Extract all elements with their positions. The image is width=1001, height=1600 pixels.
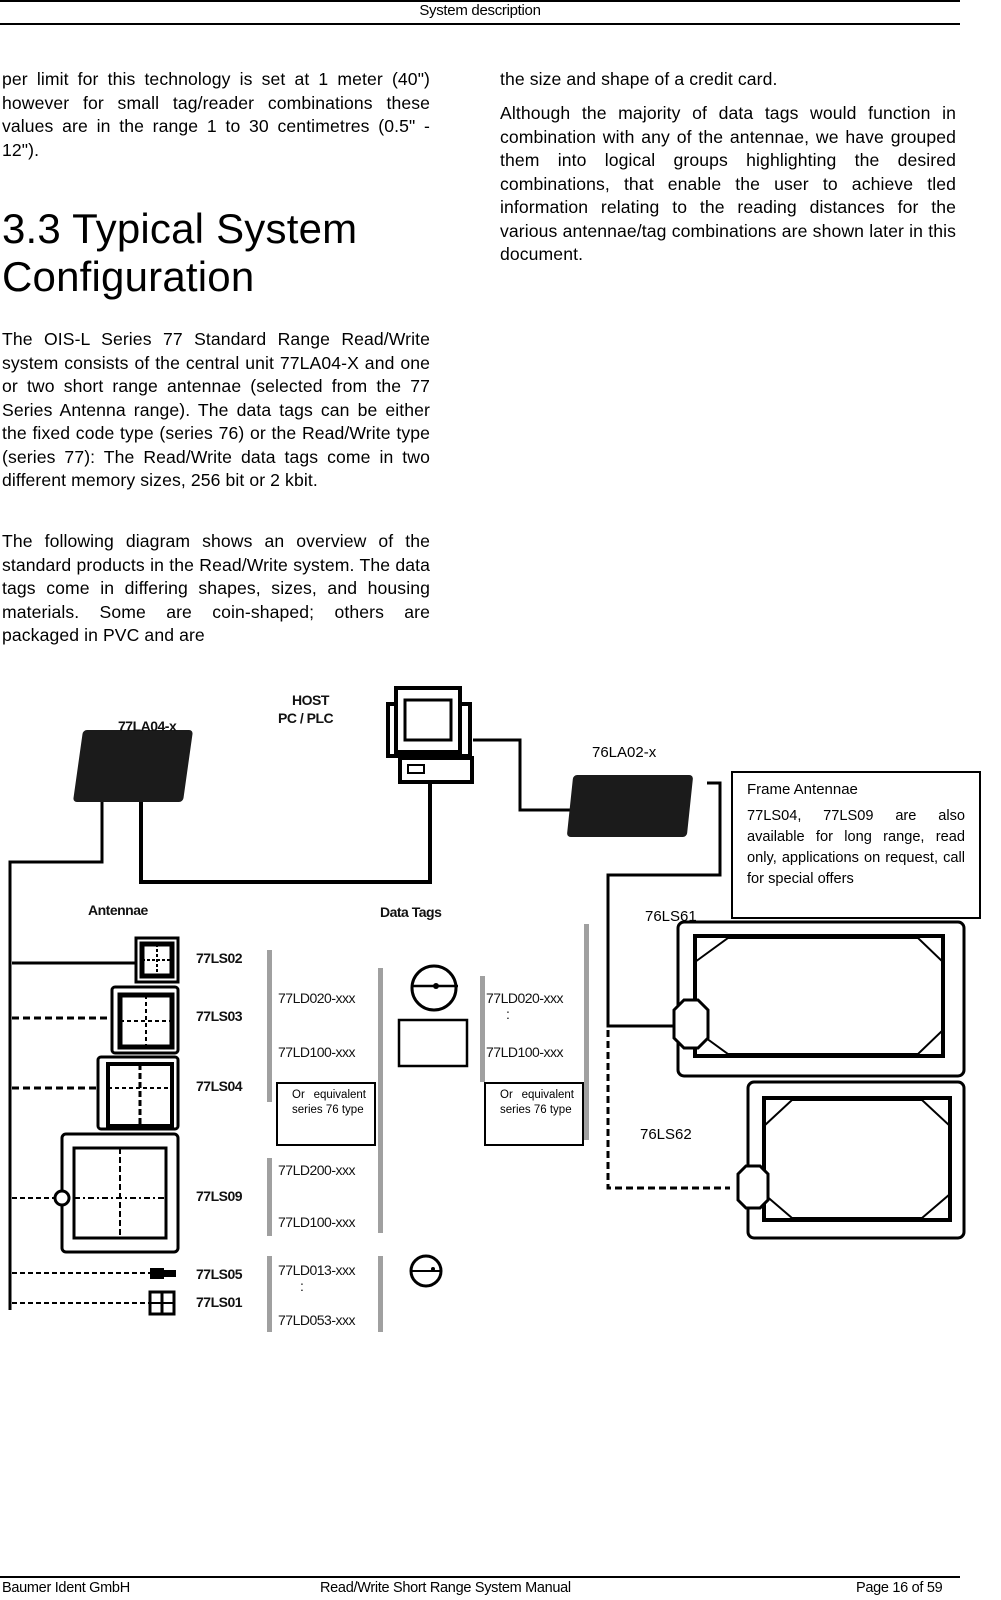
antenna-label-77LS01: 77LS01 [196, 1294, 243, 1310]
data-tags-heading: Data Tags [380, 904, 442, 920]
host-label-line2: PC / PLC [278, 710, 334, 726]
tag-group2-top: 77LD200-xxx [278, 1162, 356, 1178]
tag-group-right-note: Or equivalent series 76 type [484, 1082, 584, 1146]
intro-paragraph: per limit for this technology is set at … [2, 69, 430, 160]
body-paragraph-3: the size and shape of a credit card. [500, 69, 778, 89]
host-pc-icon [386, 686, 474, 784]
antenna-77LS01-icon [148, 1290, 176, 1316]
central-unit-label: 77LA04-x [118, 718, 177, 734]
section-heading: 3.3 Typical System Configuration [2, 205, 358, 300]
antenna-77LS02-icon [134, 936, 180, 984]
small-coin-tag-icon [409, 1254, 443, 1288]
tag-group1-top: 77LD020-xxx [278, 990, 356, 1006]
host-to-reader-cable [473, 738, 575, 812]
tag-group3-ellipsis: : [300, 1278, 304, 1294]
antenna-label-77LS09: 77LS09 [196, 1188, 243, 1204]
antenna-77LS05-icon [150, 1268, 176, 1279]
antenna-label-77LS03: 77LS03 [196, 1008, 243, 1024]
antenna-77LS09-icon [53, 1132, 180, 1254]
coin-tag-icon [410, 964, 458, 1012]
antenna-77LS04-icon [96, 1055, 180, 1131]
footer-company: Baumer Ident GmbH [2, 1580, 130, 1596]
reader-76LA02-image [566, 775, 694, 837]
frame-antenna-76LS61-icon [672, 920, 966, 1078]
tag-group-right-top: 77LD020-xxx [486, 990, 564, 1006]
body-paragraph-4: Although the majority of data tags would… [500, 103, 956, 264]
antenna-label-77LS02: 77LS02 [196, 950, 243, 966]
antenna-77LS03-icon [110, 985, 180, 1055]
frame-antennae-note: Frame Antennae 77LS04, 77LS09 are also a… [731, 771, 981, 919]
host-label-line1: HOST [292, 692, 329, 708]
tag-group1-bottom: 77LD100-xxx [278, 1044, 356, 1060]
frame-antenna-76LS62-icon [736, 1080, 966, 1240]
frame-note-body: 77LS04, 77LS09 are also available for lo… [747, 808, 965, 887]
body-paragraph-2: The following diagram shows an overview … [2, 531, 430, 645]
frame-antenna-label-76LS62: 76LS62 [640, 1126, 692, 1143]
central-unit-77LA04-image [72, 730, 194, 802]
tag-group-right-ellipsis: : [506, 1006, 510, 1022]
tag-group3-top: 77LD013-xxx [278, 1262, 356, 1278]
tag-group-right-bottom: 77LD100-xxx [486, 1044, 564, 1060]
tag-group3-bottom: 77LD053-xxx [278, 1312, 356, 1328]
header-bottom-rule [0, 23, 960, 25]
footer-page-number: Page 16 of 59 [856, 1580, 943, 1596]
footer-rule [0, 1576, 960, 1578]
footer-document-title: Read/Write Short Range System Manual [320, 1580, 571, 1596]
antenna-label-77LS04: 77LS04 [196, 1078, 243, 1094]
tag-group2-bottom: 77LD100-xxx [278, 1214, 356, 1230]
antenna-label-77LS05: 77LS05 [196, 1266, 243, 1282]
reader-76LA02-label: 76LA02-x [592, 744, 657, 761]
antennae-heading: Antennae [88, 902, 148, 918]
body-paragraph-1: The OIS-L Series 77 Standard Range Read/… [2, 329, 430, 490]
tag-group1-note: Or equivalent series 76 type [276, 1082, 376, 1146]
frame-antenna-label-76LS61: 76LS61 [645, 908, 697, 925]
frame-note-title: Frame Antennae [747, 781, 858, 798]
card-tag-icon [397, 1018, 469, 1068]
system-configuration-diagram: 77LA04-x HOST PC / PLC 76LA02-x Antennae… [0, 670, 1001, 1350]
running-header: System description [419, 2, 541, 19]
